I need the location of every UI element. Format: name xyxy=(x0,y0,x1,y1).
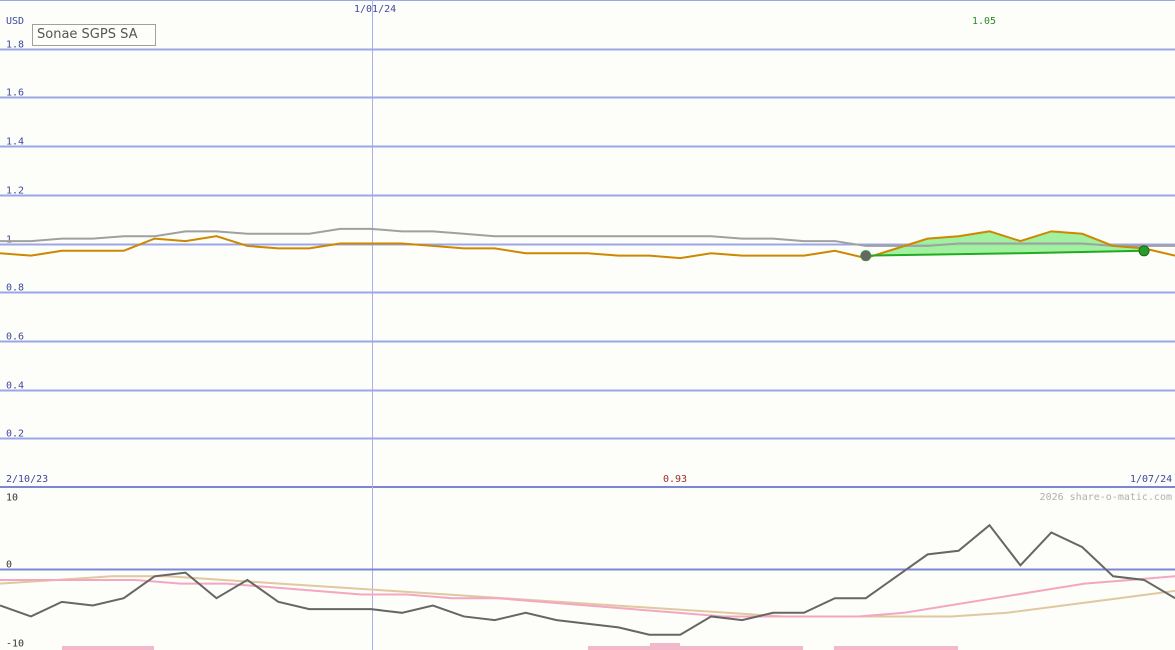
watermark: 2026 share-o-matic.com xyxy=(1040,492,1172,503)
y-tick-label: 1.4 xyxy=(6,137,24,148)
volume-bar xyxy=(834,646,958,650)
y-tick-label: 0.2 xyxy=(6,429,24,440)
y-tick-label: 1.2 xyxy=(6,186,24,197)
trend-end-marker xyxy=(1138,245,1150,257)
y-tick-label: 0.4 xyxy=(6,381,24,392)
y-tick-label: 0.8 xyxy=(6,283,24,294)
x-end-label: 1/07/24 xyxy=(1130,474,1172,485)
y-tick-label: -10 xyxy=(6,639,24,650)
y-tick-label: 1 xyxy=(6,235,12,246)
y-axis-unit: USD xyxy=(6,16,24,27)
y-tick-label: 0.6 xyxy=(6,332,24,343)
y-tick-label: 0 xyxy=(6,560,12,571)
y-tick-label: 1.6 xyxy=(6,88,24,99)
momentum-line xyxy=(0,523,1175,636)
low-label: 0.93 xyxy=(663,474,687,485)
x-start-label: 2/10/23 xyxy=(6,474,48,485)
chart-title: Sonae SGPS SA xyxy=(32,24,156,46)
y-tick-label: 10 xyxy=(6,493,18,504)
volume-bar xyxy=(650,643,680,650)
high-label: 1.05 xyxy=(972,16,996,27)
share-price-chart: 1.8 1.6 1.4 1.2 1 0.8 0.6 0.4 0.2 10 0 -10 USD 1/0… xyxy=(0,0,1175,650)
trend-start-marker xyxy=(860,250,872,262)
x-mid-label: 1/01/24 xyxy=(354,4,396,15)
signal-line-pink xyxy=(0,575,1175,618)
volume-bar xyxy=(62,646,154,650)
y-tick-label: 1.8 xyxy=(6,40,24,51)
volume-bar xyxy=(588,646,803,650)
